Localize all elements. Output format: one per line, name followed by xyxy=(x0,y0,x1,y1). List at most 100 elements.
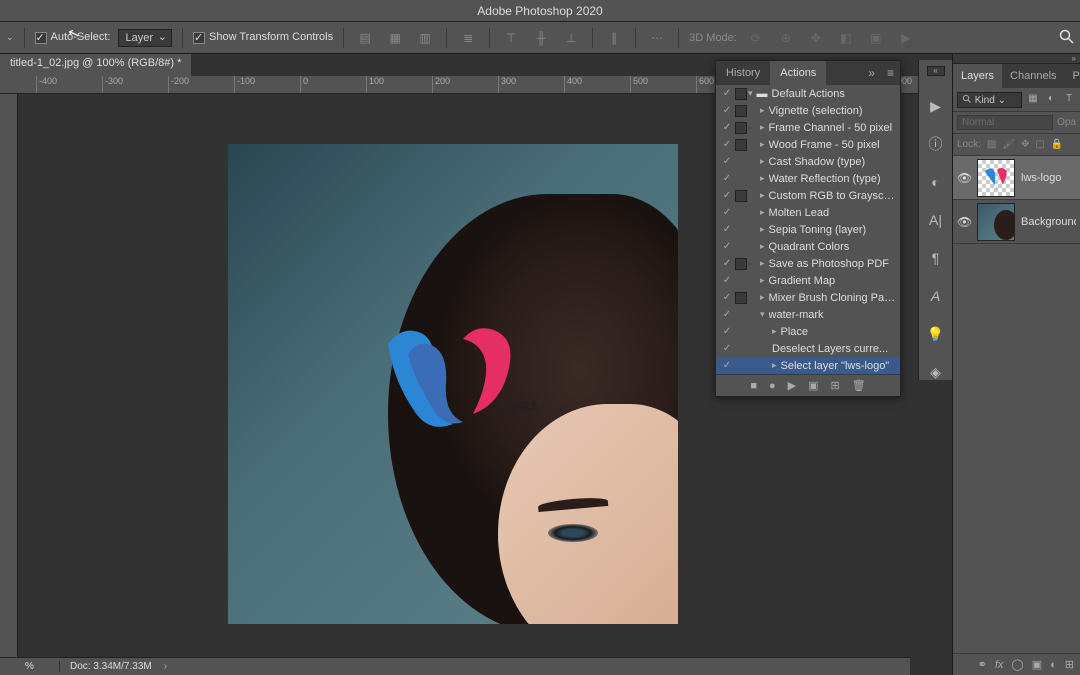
strip-collapse-icon[interactable]: « xyxy=(927,66,945,76)
action-toggle[interactable]: ✓ xyxy=(720,190,734,201)
trash-icon[interactable]: 🗑 xyxy=(852,379,866,392)
action-toggle[interactable]: ✓ xyxy=(720,207,734,218)
layer-name[interactable]: Background xyxy=(1021,216,1076,228)
action-toggle[interactable]: ✓ xyxy=(720,343,734,354)
action-dialog-toggle[interactable] xyxy=(735,122,747,134)
distribute-bottom-icon[interactable]: ⊥ xyxy=(560,27,582,49)
lock-transparency-icon[interactable]: ▨ xyxy=(987,139,996,150)
action-toggle[interactable]: ✓ xyxy=(720,88,734,99)
layer-row[interactable]: 👁 Background xyxy=(953,200,1080,244)
glyphs-panel-icon[interactable]: A xyxy=(926,286,946,306)
action-dialog-toggle[interactable] xyxy=(735,258,747,270)
layer-thumb[interactable] xyxy=(977,159,1015,197)
history-tab[interactable]: History xyxy=(716,61,770,85)
play-icon[interactable]: ▶ xyxy=(788,379,796,392)
action-row[interactable]: ✓▸Water Reflection (type) xyxy=(716,170,900,187)
action-row[interactable]: ✓▾▬Default Actions xyxy=(716,85,900,102)
action-toggle[interactable]: ✓ xyxy=(720,224,734,235)
lock-all-icon[interactable]: 🔒 xyxy=(1051,139,1063,150)
layer-thumb[interactable] xyxy=(977,203,1015,241)
filter-adjust-icon[interactable]: ◐ xyxy=(1044,93,1058,107)
disclosure-icon[interactable]: ▸ xyxy=(760,105,765,116)
action-row[interactable]: ✓Deselect Layers curre... xyxy=(716,340,900,357)
panel-menu-icon[interactable]: ≡ xyxy=(881,66,900,80)
disclosure-icon[interactable]: ▸ xyxy=(760,156,765,167)
action-toggle[interactable]: ✓ xyxy=(720,309,734,320)
align-left-icon[interactable]: ▤ xyxy=(354,27,376,49)
actions-tab[interactable]: Actions xyxy=(770,61,826,85)
action-row[interactable]: ✓▾water-mark xyxy=(716,306,900,323)
disclosure-icon[interactable]: ▸ xyxy=(760,207,765,218)
disclosure-icon[interactable]: ▸ xyxy=(760,139,765,150)
action-toggle[interactable]: ✓ xyxy=(720,122,734,133)
action-row[interactable]: ✓▸Quadrant Colors xyxy=(716,238,900,255)
new-set-icon[interactable]: ▣ xyxy=(808,379,818,392)
stop-icon[interactable]: ■ xyxy=(750,380,757,392)
layer-row[interactable]: 👁 lws-logo xyxy=(953,156,1080,200)
disclosure-icon[interactable]: ▸ xyxy=(760,292,765,303)
distribute-top-icon[interactable]: ⊤ xyxy=(500,27,522,49)
adjustments-panel-icon[interactable]: ◐ xyxy=(926,172,946,192)
action-toggle[interactable]: ✓ xyxy=(720,360,734,371)
action-row[interactable]: ✓▸Custom RGB to Grayscale xyxy=(716,187,900,204)
layers-tab-paths[interactable]: Paths xyxy=(1065,64,1080,88)
action-row[interactable]: ✓▸Select layer "lws-logo" xyxy=(716,357,900,374)
character-panel-icon[interactable]: A| xyxy=(926,210,946,230)
link-layers-icon[interactable]: ⚭ xyxy=(978,658,987,671)
layers-tab-layers[interactable]: Layers xyxy=(953,64,1002,88)
action-toggle[interactable]: ✓ xyxy=(720,156,734,167)
action-dialog-toggle[interactable] xyxy=(735,105,747,117)
record-icon[interactable]: ● xyxy=(769,380,776,392)
distribute-left-icon[interactable]: ∥ xyxy=(603,27,625,49)
lock-position-icon[interactable]: ✥ xyxy=(1021,139,1029,150)
action-row[interactable]: ✓▸Save as Photoshop PDF xyxy=(716,255,900,272)
search-icon[interactable] xyxy=(1059,29,1074,47)
action-row[interactable]: ✓▸Place xyxy=(716,323,900,340)
layers-collapse-icon[interactable]: » xyxy=(953,54,1080,64)
action-row[interactable]: ✓▸Sepia Toning (layer) xyxy=(716,221,900,238)
disclosure-icon[interactable]: ▾ xyxy=(760,309,765,320)
filter-kind-dropdown[interactable]: Kind ⌄ xyxy=(957,92,1022,108)
new-adjustment-icon[interactable]: ◐ xyxy=(1050,659,1057,671)
more-align-icon[interactable]: ⋯ xyxy=(646,27,668,49)
zoom-field[interactable]: % xyxy=(0,661,60,672)
auto-select-target[interactable]: Layer xyxy=(118,29,172,47)
action-toggle[interactable]: ✓ xyxy=(720,292,734,303)
styles-panel-icon[interactable]: 💡 xyxy=(926,324,946,344)
doc-info[interactable]: Doc: 3.34M/7.33M xyxy=(60,661,162,672)
action-row[interactable]: ✓▸Vignette (selection) xyxy=(716,102,900,119)
show-transform-checkbox[interactable]: Show Transform Controls xyxy=(193,31,333,43)
align-center-h-icon[interactable]: ▦ xyxy=(384,27,406,49)
filter-type-icon[interactable]: T xyxy=(1062,93,1076,107)
action-toggle[interactable]: ✓ xyxy=(720,173,734,184)
action-toggle[interactable]: ✓ xyxy=(720,258,734,269)
action-row[interactable]: ✓▸Molten Lead xyxy=(716,204,900,221)
distribute-vcenter-icon[interactable]: ╫ xyxy=(530,27,552,49)
action-dialog-toggle[interactable] xyxy=(735,88,747,100)
action-dialog-toggle[interactable] xyxy=(735,190,747,202)
action-row[interactable]: ✓▸Mixer Brush Cloning Pain... xyxy=(716,289,900,306)
lock-pixels-icon[interactable]: 🖌 xyxy=(1002,139,1015,150)
doc-info-chevron-icon[interactable]: › xyxy=(164,661,167,672)
panel-collapse-icon[interactable]: » xyxy=(862,66,881,80)
action-dialog-toggle[interactable] xyxy=(735,139,747,151)
disclosure-icon[interactable]: ▸ xyxy=(772,360,777,371)
disclosure-icon[interactable]: ▸ xyxy=(760,258,765,269)
paragraph-panel-icon[interactable]: ¶ xyxy=(926,248,946,268)
visibility-icon[interactable]: 👁 xyxy=(957,171,971,185)
new-layer-icon[interactable]: ⊞ xyxy=(1065,658,1074,671)
disclosure-icon[interactable]: ▸ xyxy=(760,190,765,201)
action-toggle[interactable]: ✓ xyxy=(720,105,734,116)
action-toggle[interactable]: ✓ xyxy=(720,275,734,286)
action-dialog-toggle[interactable] xyxy=(735,292,747,304)
canvas[interactable]: IPRA xyxy=(228,144,678,624)
lock-artboard-icon[interactable]: ▢ xyxy=(1035,139,1044,150)
action-row[interactable]: ✓▸Cast Shadow (type) xyxy=(716,153,900,170)
disclosure-icon[interactable]: ▸ xyxy=(760,275,765,286)
visibility-icon[interactable]: 👁 xyxy=(957,215,971,229)
action-row[interactable]: ✓▸Frame Channel - 50 pixel xyxy=(716,119,900,136)
action-toggle[interactable]: ✓ xyxy=(720,241,734,252)
align-right-icon[interactable]: ▥ xyxy=(414,27,436,49)
align-top-icon[interactable]: ≣ xyxy=(457,27,479,49)
layer-name[interactable]: lws-logo xyxy=(1021,172,1061,184)
